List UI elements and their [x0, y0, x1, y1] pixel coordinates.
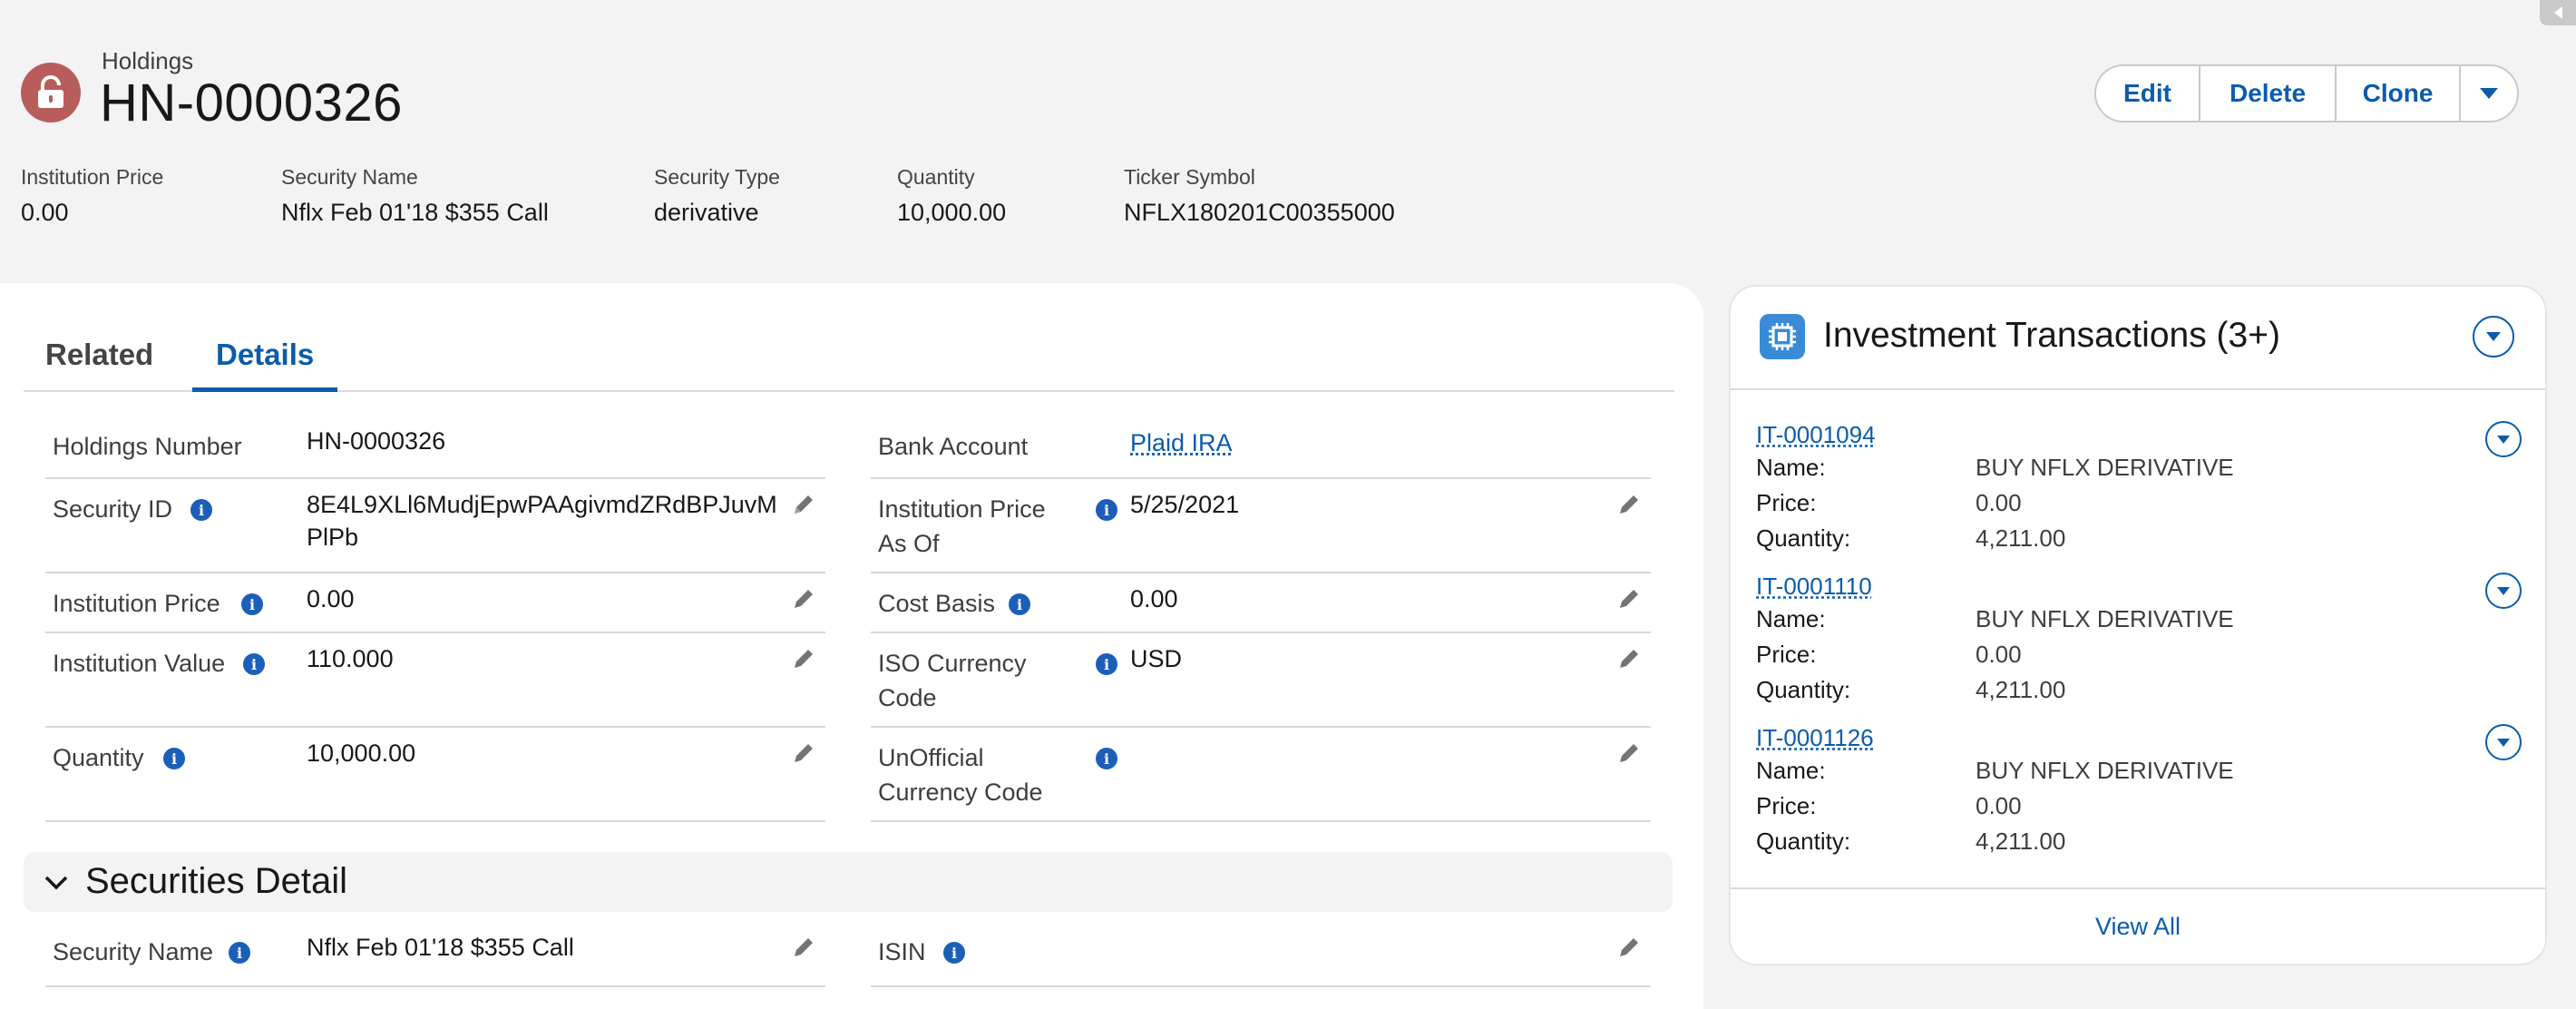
- field-unofficial-currency-code: UnOfficial Currency Code i: [871, 728, 1651, 822]
- info-icon[interactable]: i: [241, 593, 263, 615]
- record-title: HN-0000326: [100, 73, 403, 132]
- more-actions-button[interactable]: [2461, 66, 2517, 121]
- chevron-left-icon: [2554, 6, 2562, 19]
- card-title: Investment Transactions (3+): [1823, 316, 2280, 355]
- action-button-group: Edit Delete Clone: [2094, 64, 2519, 122]
- details-panel: Related Details Holdings Number HN-00003…: [0, 283, 1703, 1009]
- pencil-icon[interactable]: [791, 646, 816, 671]
- highlight-institution-price: Institution Price 0.00: [21, 165, 164, 226]
- tab-details[interactable]: Details: [192, 323, 338, 392]
- field-quantity: Quantity i 10,000.00: [45, 728, 825, 822]
- chevron-down-icon: [2497, 435, 2510, 444]
- field-security-name: Security Name i Nflx Feb 01'18 $355 Call: [45, 924, 825, 987]
- highlight-security-name: Security Name Nflx Feb 01'18 $355 Call: [281, 165, 549, 226]
- object-label: Holdings: [102, 47, 194, 74]
- list-item: IT-0001094 Name: BUY NFLX DERIVATIVE Pric…: [1756, 421, 2536, 557]
- info-icon[interactable]: i: [190, 499, 212, 521]
- field-isin: ISIN i: [871, 924, 1651, 987]
- card-menu-button[interactable]: [2473, 316, 2514, 358]
- chevron-down-icon: [2486, 332, 2501, 341]
- field-security-id: Security ID i 8E4L9XLl6MudjEpwPAAgivmdZR…: [45, 479, 825, 573]
- delete-button[interactable]: Delete: [2200, 66, 2337, 121]
- transaction-link[interactable]: IT-0001094: [1756, 421, 1876, 449]
- chevron-down-icon: [2497, 586, 2510, 595]
- highlight-security-type: Security Type derivative: [654, 165, 780, 226]
- list-item: IT-0001110 Name: BUY NFLX DERIVATIVE Pric…: [1756, 573, 2536, 709]
- pencil-icon[interactable]: [791, 740, 816, 766]
- info-icon[interactable]: i: [943, 942, 965, 964]
- row-actions-button[interactable]: [2485, 724, 2522, 760]
- card-header: Investment Transactions (3+): [1731, 287, 2545, 390]
- investment-transactions-card: Investment Transactions (3+) IT-0001094 …: [1729, 285, 2547, 965]
- bank-account-link[interactable]: Plaid IRA: [1130, 426, 1233, 459]
- pencil-icon[interactable]: [791, 935, 816, 960]
- record-header: Holdings HN-0000326 Edit Delete Clone In…: [0, 0, 2576, 272]
- pencil-icon[interactable]: [1616, 586, 1642, 612]
- divider: [1731, 887, 2545, 889]
- row-actions-button[interactable]: [2485, 573, 2522, 609]
- info-icon[interactable]: i: [243, 653, 265, 675]
- field-institution-price-as-of: Institution Price As Of i 5/25/2021: [871, 479, 1651, 573]
- field-iso-currency-code: ISO Currency Code i USD: [871, 633, 1651, 728]
- field-institution-value: Institution Value i 110.000: [45, 633, 825, 728]
- chevron-down-icon: [2480, 88, 2498, 99]
- view-all-link[interactable]: View All: [1731, 913, 2545, 941]
- pencil-icon[interactable]: [1616, 740, 1642, 766]
- section-securities-detail[interactable]: Securities Detail: [24, 852, 1673, 912]
- section-title: Securities Detail: [85, 861, 348, 901]
- list-item: IT-0001126 Name: BUY NFLX DERIVATIVE Pric…: [1756, 724, 2536, 860]
- clone-button[interactable]: Clone: [2337, 66, 2461, 121]
- info-icon[interactable]: i: [229, 942, 250, 964]
- lock-icon: [21, 63, 81, 122]
- transaction-link[interactable]: IT-0001126: [1756, 724, 1874, 752]
- chevron-down-icon: [44, 876, 68, 890]
- pencil-icon[interactable]: [1616, 935, 1642, 960]
- pencil-icon[interactable]: [791, 492, 816, 517]
- field-bank-account: Bank Account Plaid IRA: [871, 417, 1651, 479]
- info-icon[interactable]: i: [1096, 653, 1117, 675]
- field-cost-basis: Cost Basis i 0.00: [871, 573, 1651, 633]
- utility-tab[interactable]: [2540, 0, 2576, 25]
- pencil-icon[interactable]: [1616, 646, 1642, 671]
- info-icon[interactable]: i: [1009, 593, 1030, 615]
- pencil-icon[interactable]: [1616, 492, 1642, 517]
- highlight-quantity: Quantity 10,000.00: [897, 165, 1007, 226]
- pencil-icon[interactable]: [791, 586, 816, 612]
- transactions-icon: [1760, 314, 1805, 359]
- edit-button[interactable]: Edit: [2096, 66, 2200, 121]
- row-actions-button[interactable]: [2485, 421, 2522, 457]
- chevron-down-icon: [2497, 738, 2510, 747]
- info-icon[interactable]: i: [1096, 748, 1117, 769]
- field-institution-price: Institution Price i 0.00: [45, 573, 825, 633]
- tab-bar: Related Details: [24, 323, 1674, 392]
- transaction-link[interactable]: IT-0001110: [1756, 573, 1872, 601]
- field-holdings-number: Holdings Number HN-0000326: [45, 417, 825, 479]
- info-icon[interactable]: i: [163, 748, 185, 769]
- info-icon[interactable]: i: [1096, 499, 1117, 521]
- tab-related[interactable]: Related: [45, 323, 153, 392]
- highlight-ticker-symbol: Ticker Symbol NFLX180201C00355000: [1124, 165, 1395, 226]
